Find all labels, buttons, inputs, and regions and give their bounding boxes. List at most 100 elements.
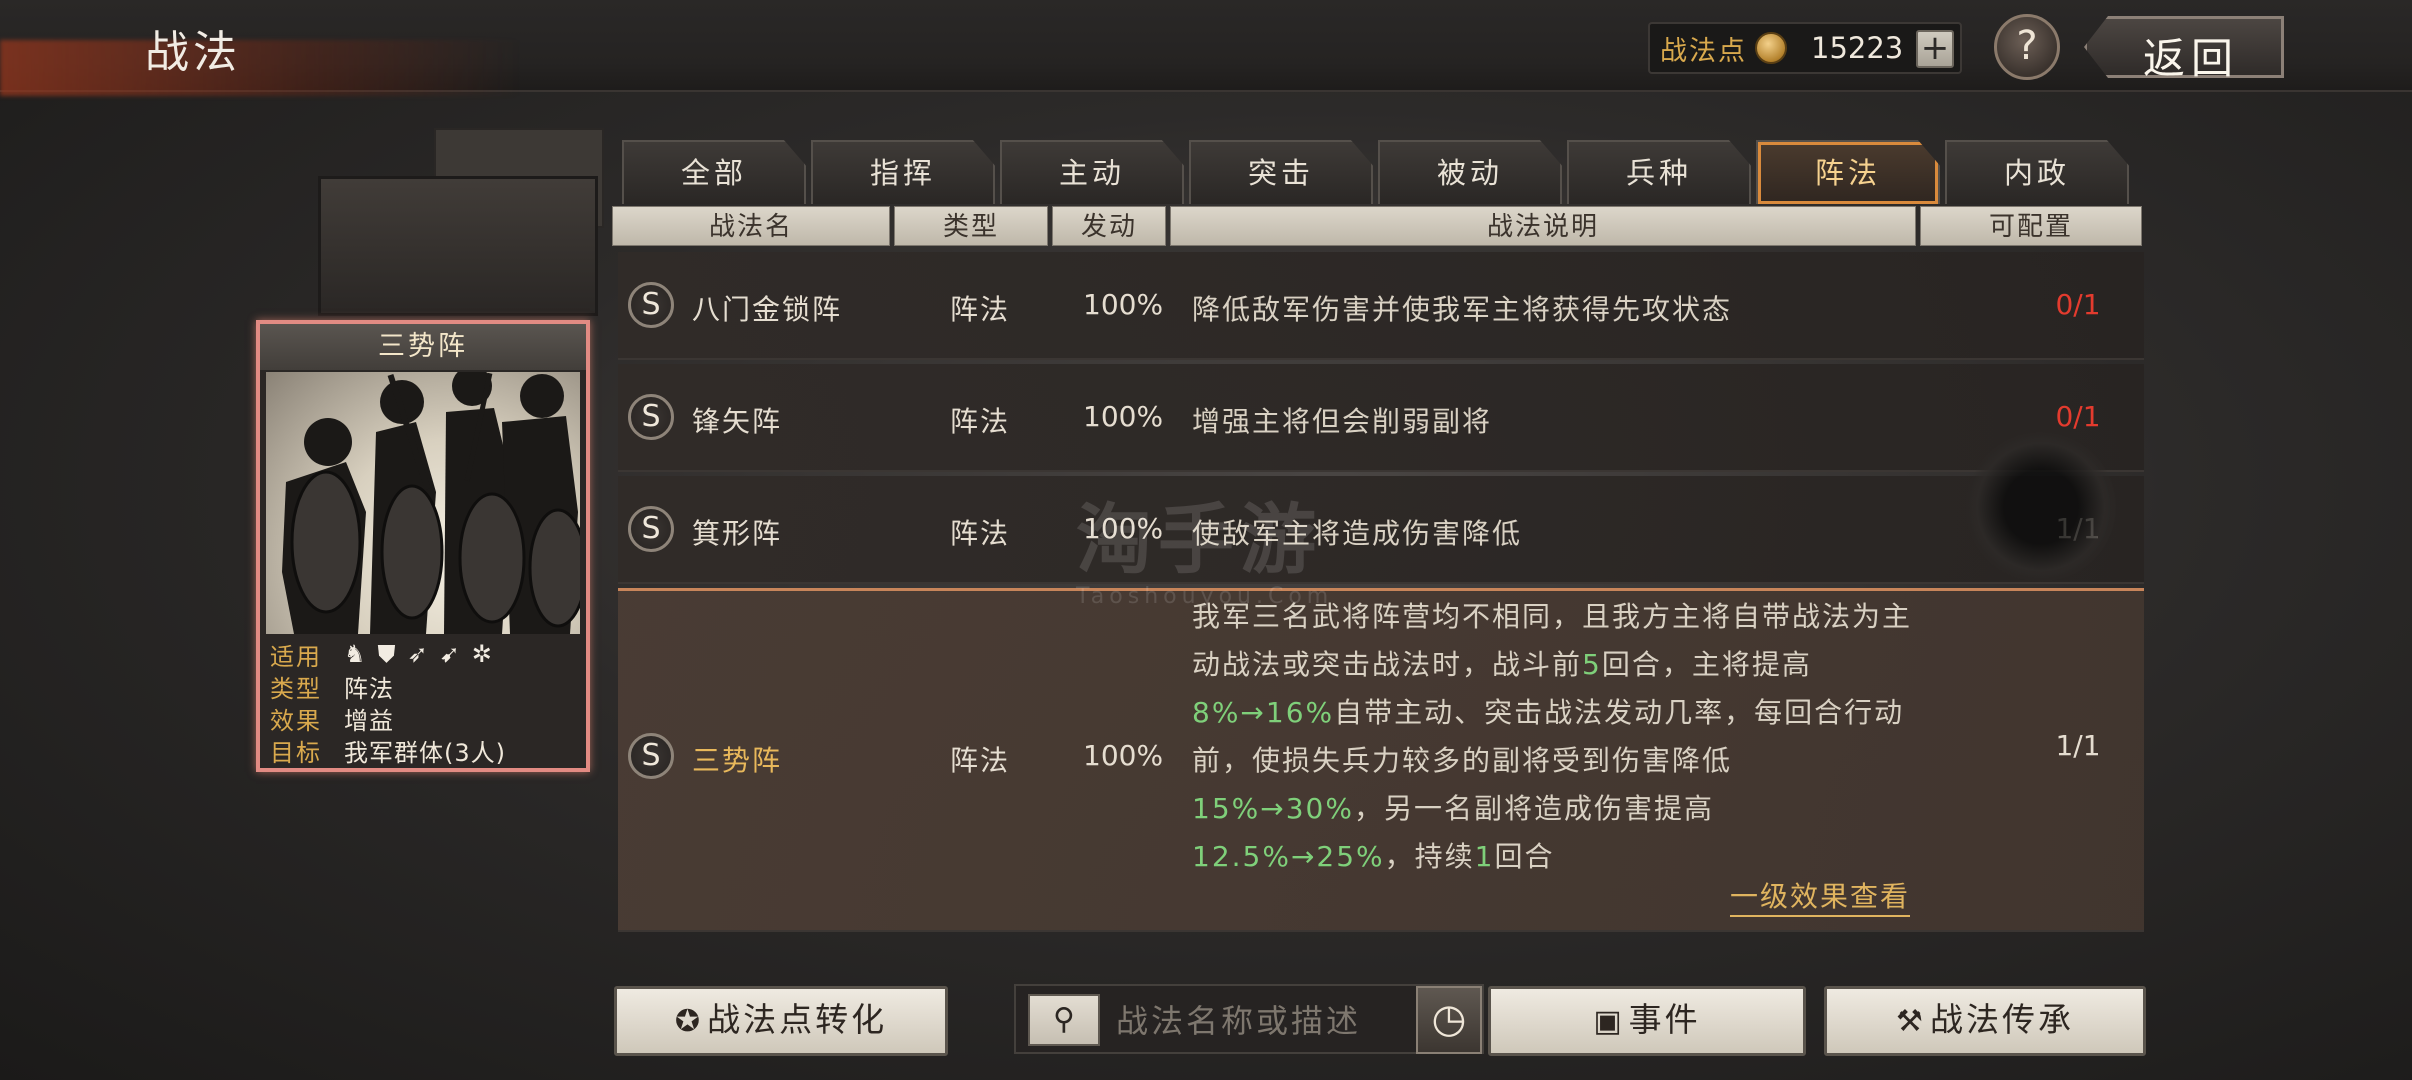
- card-row-target: 目标 我军群体(3人): [270, 734, 576, 767]
- type-label: 类型: [270, 674, 322, 703]
- spear-icon: ➹: [439, 640, 460, 668]
- tab-troop[interactable]: 兵种: [1567, 140, 1751, 204]
- tactic-rate: 100%: [1083, 288, 1164, 321]
- hammer-icon: ⚒: [1896, 1004, 1926, 1039]
- vehicle-icon: ✲: [471, 640, 492, 668]
- cavalry-icon: ♞: [344, 640, 366, 668]
- points-label: 战法点: [1660, 35, 1747, 67]
- header-desc: 战法说明: [1170, 206, 1916, 246]
- rank-s-badge: S: [628, 282, 674, 328]
- card-row-effect: 效果 增益: [270, 702, 576, 735]
- card-row-apply: 适用 ♞ ⛊ ➶ ➹ ✲: [270, 638, 576, 671]
- alert-icon: ▣: [1593, 1004, 1625, 1039]
- header-count[interactable]: 可配置: [1920, 206, 2142, 246]
- tactic-type: 阵法: [950, 405, 1011, 438]
- decorative-orb: [1966, 432, 2116, 582]
- soldiers-silhouette-image: [282, 372, 580, 634]
- tactic-count: 0/1: [2055, 288, 2101, 321]
- table-row[interactable]: S 八门金锁阵 阵法 100% 降低敌军伤害并使我军主将获得先攻状态 0/1: [618, 252, 2144, 360]
- desc-text: ，持续: [1384, 840, 1475, 873]
- apply-label: 适用: [270, 642, 322, 671]
- tab-command[interactable]: 指挥: [811, 140, 995, 204]
- type-value: 阵法: [344, 674, 394, 703]
- tactic-desc-long: 我军三名武将阵营均不相同，且我方主将自带战法为主动战法或突击战法时，战斗前5回合…: [1192, 593, 1922, 881]
- effect-value: 增益: [344, 706, 394, 735]
- inherit-tactic-button[interactable]: ⚒ 战法传承: [1824, 986, 2146, 1056]
- tab-active[interactable]: 主动: [1000, 140, 1184, 204]
- tab-formation[interactable]: 阵法: [1756, 140, 1940, 204]
- points-value: 15223: [1811, 31, 1904, 65]
- search-box: ⚲: [1014, 984, 1484, 1054]
- card-info: 适用 ♞ ⛊ ➶ ➹ ✲ 类型 阵法 效果 增益 目标 我军群体(3人): [260, 634, 586, 770]
- header-rate[interactable]: 发动: [1052, 206, 1166, 246]
- help-button[interactable]: ?: [1994, 14, 2060, 80]
- tactic-count: 1/1: [2055, 729, 2101, 762]
- tab-all[interactable]: 全部: [622, 140, 806, 204]
- rank-s-badge: S: [628, 506, 674, 552]
- tactic-desc: 增强主将但会削弱副将: [1192, 405, 1493, 438]
- tactic-rate: 100%: [1083, 400, 1164, 433]
- inherit-label: 战法传承: [1929, 1000, 2074, 1039]
- target-value: 我军群体(3人): [344, 738, 506, 767]
- desc-text: ，另一名副将造成伤害提高: [1353, 792, 1714, 825]
- tactic-points-box: 战法点 15223 +: [1648, 22, 1962, 74]
- tactic-count: 0/1: [2055, 400, 2101, 433]
- search-input[interactable]: [1116, 996, 1436, 1046]
- header-type[interactable]: 类型: [894, 206, 1048, 246]
- tab-internal[interactable]: 内政: [1945, 140, 2129, 204]
- tactic-type: 阵法: [950, 293, 1011, 326]
- event-label: 事件: [1628, 1000, 1701, 1039]
- tactic-name: 箕形阵: [692, 517, 783, 550]
- tab-assault[interactable]: 突击: [1189, 140, 1373, 204]
- rank-s-badge: S: [628, 394, 674, 440]
- title-glow: [0, 40, 520, 96]
- tactic-name: 八门金锁阵: [692, 293, 843, 326]
- desc-text: 回合: [1494, 840, 1555, 873]
- desc-highlight: 15%→30%: [1192, 792, 1354, 825]
- back-button[interactable]: 返回: [2084, 16, 2284, 78]
- selected-tactic-card: 三势阵 适用 ♞ ⛊ ➶ ➹ ✲ 类型 阵法 效果 增益 目标 我军群体(3人): [256, 320, 590, 772]
- rank-s-badge: S: [628, 733, 674, 779]
- add-points-button[interactable]: +: [1916, 30, 1954, 68]
- back-button-label: 返回: [2143, 34, 2240, 83]
- tactic-table: 战法名 类型 发动 战法说明 可配置 S 八门金锁阵 阵法 100% 降低敌军伤…: [612, 206, 2146, 966]
- card-title: 三势阵: [260, 324, 586, 372]
- search-icon[interactable]: ⚲: [1028, 994, 1100, 1046]
- troop-icons: ♞ ⛊ ➶ ➹ ✲: [344, 640, 492, 668]
- tactic-desc: 降低敌军伤害并使我军主将获得先攻状态: [1192, 293, 1733, 326]
- convert-label: 战法点转化: [707, 1000, 888, 1039]
- header-name[interactable]: 战法名: [612, 206, 890, 246]
- desc-highlight: 1: [1474, 840, 1495, 873]
- page-title: 战法: [145, 27, 241, 78]
- watermark-main: 淘手游: [1076, 495, 1322, 584]
- top-bar: 战法 战法点 15223 + ? 返回: [0, 0, 2412, 96]
- desc-text: 回合，主将提高: [1601, 648, 1812, 681]
- tactic-rate: 100%: [1083, 739, 1164, 772]
- table-header: 战法名 类型 发动 战法说明 可配置: [612, 206, 2146, 246]
- table-row-selected[interactable]: S 三势阵 阵法 100% 我军三名武将阵营均不相同，且我方主将自带战法为主动战…: [618, 588, 2144, 932]
- tactic-name: 三势阵: [692, 744, 783, 777]
- desc-highlight: 12.5%→25%: [1192, 840, 1385, 873]
- coin-icon: [1755, 32, 1787, 64]
- watermark-sub: Taoshouyou.Com: [1076, 584, 1334, 609]
- tactic-type: 阵法: [950, 744, 1011, 777]
- desc-highlight: 5: [1582, 648, 1602, 681]
- table-row[interactable]: S 箕形阵 阵法 100% 使敌军主将造成伤害降低 1/1: [618, 476, 2144, 584]
- tab-passive[interactable]: 被动: [1378, 140, 1562, 204]
- history-clock-button[interactable]: ◷: [1416, 986, 1482, 1054]
- target-label: 目标: [270, 738, 322, 767]
- desc-highlight: 8%→16%: [1192, 696, 1335, 729]
- shield-icon: ⛊: [377, 640, 396, 668]
- event-button[interactable]: ▣ 事件: [1488, 986, 1806, 1056]
- watermark: 淘手游 Taoshouyou.Com: [1076, 478, 1333, 609]
- convert-points-button[interactable]: ✪ 战法点转化: [614, 986, 948, 1056]
- level-effect-link[interactable]: 一级效果查看: [1730, 875, 1911, 917]
- tactic-type: 阵法: [950, 517, 1011, 550]
- table-row[interactable]: S 锋矢阵 阵法 100% 增强主将但会削弱副将 0/1: [618, 364, 2144, 472]
- category-tabs: 全部 指挥 主动 突击 被动 兵种 阵法 内政: [622, 140, 2129, 206]
- flame-icon: ✪: [674, 1004, 704, 1039]
- card-artwork: [266, 372, 580, 634]
- card-row-type: 类型 阵法: [270, 670, 576, 703]
- table-rows: S 八门金锁阵 阵法 100% 降低敌军伤害并使我军主将获得先攻状态 0/1 S…: [612, 252, 2146, 962]
- card-stack-middle: [318, 176, 598, 316]
